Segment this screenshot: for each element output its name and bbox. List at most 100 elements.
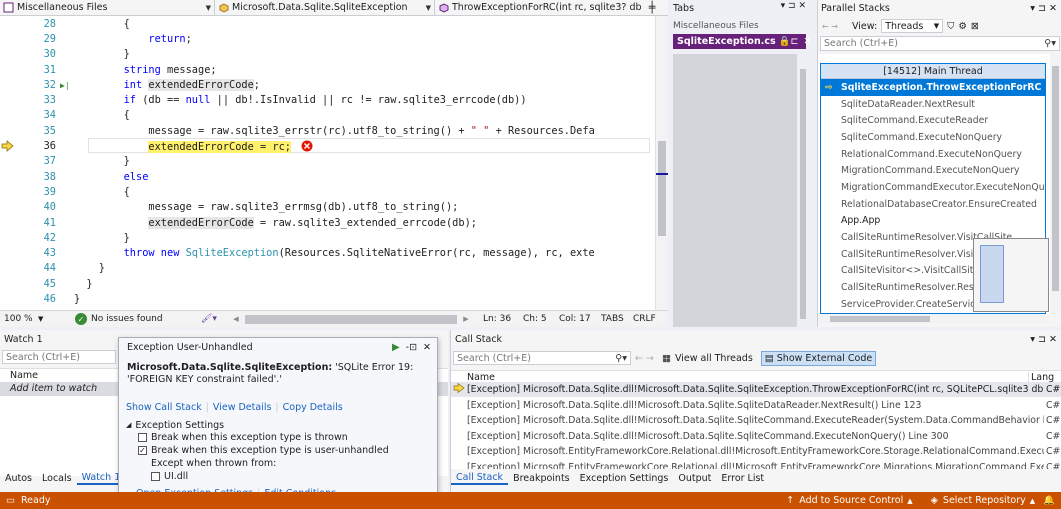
option-unhandled[interactable]: ✓ Break when this exception type is user… xyxy=(119,444,437,457)
gutter[interactable] xyxy=(0,31,16,46)
code-line[interactable]: 45 } xyxy=(0,276,655,291)
code-line[interactable]: 44 } xyxy=(0,261,655,276)
gutter[interactable] xyxy=(0,200,16,215)
brush-icon[interactable]: 🖌▾ xyxy=(201,314,229,324)
gutter[interactable] xyxy=(0,154,16,169)
stack-frame[interactable]: App.App xyxy=(821,213,1045,230)
tab-autos[interactable]: Autos xyxy=(0,473,37,484)
gutter[interactable] xyxy=(0,47,16,62)
gutter[interactable] xyxy=(0,184,16,199)
call-stack-row[interactable]: [Exception] Microsoft.Data.Sqlite.dll!Mi… xyxy=(451,398,1061,413)
stack-frame[interactable]: SqliteDataReader.NextResult xyxy=(821,96,1045,113)
nav-arrows-icon[interactable]: ← → xyxy=(822,22,838,31)
watch-search[interactable]: Search (Ctrl+E) xyxy=(2,350,116,364)
parallel-stacks-search[interactable]: Search (Ctrl+E) ⚲▾ xyxy=(820,36,1060,51)
filter-icon[interactable]: ⛉ xyxy=(947,21,954,32)
code-line[interactable]: 29 return; xyxy=(0,31,655,46)
file-scope-dropdown[interactable]: Miscellaneous Files ▼ xyxy=(0,0,215,16)
gutter[interactable] xyxy=(0,230,16,245)
nav-arrows-icon[interactable]: ← → xyxy=(635,353,654,364)
gutter[interactable] xyxy=(0,138,16,153)
add-to-source-control[interactable]: Add to Source Control xyxy=(799,495,903,506)
line-ending-indicator[interactable]: CRLF xyxy=(633,314,663,324)
gutter[interactable] xyxy=(0,62,16,77)
error-icon[interactable] xyxy=(291,140,313,153)
chevron-up-icon[interactable]: ▲ xyxy=(907,497,912,505)
code-line[interactable]: 32 ▶| int extendedErrorCode; xyxy=(0,77,655,92)
view-all-threads-button[interactable]: View all Threads xyxy=(675,353,753,364)
class-scope-dropdown[interactable]: Microsoft.Data.Sqlite.SqliteException ▼ xyxy=(215,0,435,16)
option-thrown[interactable]: Break when this exception type is thrown xyxy=(119,431,437,444)
call-stack-row[interactable]: [Exception] Microsoft.Data.Sqlite.dll!Mi… xyxy=(451,382,1061,397)
tab-exception-settings[interactable]: Exception Settings xyxy=(575,473,674,484)
call-stack-row[interactable]: [Exception] Microsoft.Data.Sqlite.dll!Mi… xyxy=(451,413,1061,428)
dock-icon[interactable]: -⊡ xyxy=(406,342,417,353)
continue-icon[interactable]: ▶ xyxy=(392,342,400,353)
call-stack-row[interactable]: [Exception] Microsoft.EntityFrameworkCor… xyxy=(451,444,1061,459)
pin-icon[interactable]: ▾ ⊐ ✕ xyxy=(781,1,806,11)
stack-frame[interactable]: ⇨ SqliteException.ThrowExceptionForRC xyxy=(821,79,1045,96)
split-editor-icon[interactable]: ╪ xyxy=(642,1,662,14)
code-line[interactable]: 33 if (db == null || db!.IsInvalid || rc… xyxy=(0,93,655,108)
checkbox-unhandled-checked[interactable]: ✓ xyxy=(138,446,147,455)
code-editor[interactable]: 28 {29 return; 30 } 31 string message; 32 ▶|… xyxy=(0,16,655,310)
zoom-icon[interactable]: ⊠ xyxy=(971,21,979,32)
checkbox-ui-dll[interactable] xyxy=(151,472,160,481)
select-repository[interactable]: Select Repository xyxy=(943,495,1026,506)
stack-frame[interactable]: SqliteCommand.ExecuteNonQuery xyxy=(821,129,1045,146)
tab-call-stack[interactable]: Call Stack xyxy=(451,472,509,485)
code-line[interactable]: 39 { xyxy=(0,184,655,199)
run-to-click-icon[interactable]: ▶| xyxy=(60,81,70,90)
except-item[interactable]: UI.dll xyxy=(119,470,437,483)
issues-status[interactable]: No issues found xyxy=(91,314,201,324)
close-icon[interactable]: ✕ xyxy=(423,342,431,353)
stack-frame[interactable]: SqliteCommand.ExecuteReader xyxy=(821,112,1045,129)
code-line[interactable]: 30 } xyxy=(0,47,655,62)
scroll-left-icon[interactable]: ◀ xyxy=(229,315,243,323)
tab-sqliteexception[interactable]: SqliteException.cs 🔒 ⊏ ✕ xyxy=(673,34,811,49)
stacks-hscroll[interactable] xyxy=(818,314,1050,324)
tab-locals[interactable]: Locals xyxy=(37,473,77,484)
window-controls-icon[interactable]: ▾ ⊐ ✕ xyxy=(1030,334,1057,345)
gutter[interactable] xyxy=(0,93,16,108)
code-line[interactable]: 40 message = raw.sqlite3_errmsg(db).utf8… xyxy=(0,200,655,215)
stack-frame[interactable]: RelationalDatabaseCreator.EnsureCreated xyxy=(821,196,1045,213)
gutter[interactable] xyxy=(0,169,16,184)
horizontal-scrollbar-thumb[interactable] xyxy=(245,314,457,324)
exception-settings-section[interactable]: ◢ Exception Settings xyxy=(119,419,437,431)
column-indicator[interactable]: Col: 17 xyxy=(559,314,601,324)
minimap-viewport[interactable] xyxy=(980,245,1004,303)
chevron-down-icon[interactable]: ▼ xyxy=(38,315,50,323)
code-line[interactable]: 36 extendedErrorCode = rc; xyxy=(0,138,655,154)
gutter[interactable] xyxy=(0,215,16,230)
line-indicator[interactable]: Ln: 36 xyxy=(483,314,523,324)
search-icon[interactable]: ⚲▾ xyxy=(615,353,627,364)
settings-icon[interactable]: ⚙ xyxy=(958,21,967,32)
tab-output[interactable]: Output xyxy=(673,473,716,484)
notifications-icon[interactable]: 🔔 xyxy=(1043,495,1055,506)
gutter[interactable] xyxy=(0,246,16,261)
call-stack-row[interactable]: [Exception] Microsoft.Data.Sqlite.dll!Mi… xyxy=(451,429,1061,444)
window-controls-icon[interactable]: ▾ ⊐ ✕ xyxy=(1030,3,1057,14)
stack-frame[interactable]: MigrationCommandExecutor.ExecuteNonQu... xyxy=(821,179,1045,196)
code-line[interactable]: 42 } xyxy=(0,230,655,245)
call-stack-search[interactable]: Search (Ctrl+E) ⚲▾ xyxy=(453,351,631,365)
close-icon[interactable]: ✕ xyxy=(803,36,811,47)
gutter[interactable] xyxy=(0,261,16,276)
chevron-up-icon[interactable]: ▲ xyxy=(1030,497,1035,505)
code-line[interactable]: 28 { xyxy=(0,16,655,31)
tabs-scrollbar[interactable] xyxy=(798,54,808,327)
scrollbar-thumb[interactable] xyxy=(658,141,666,236)
tabs-indicator[interactable]: TABS xyxy=(601,314,633,324)
view-details-link[interactable]: View Details xyxy=(213,402,272,413)
show-external-code-toggle[interactable]: ▤ Show External Code xyxy=(760,350,877,366)
scroll-right-icon[interactable]: ▶ xyxy=(459,315,473,323)
tab-breakpoints[interactable]: Breakpoints xyxy=(508,473,575,484)
stack-frame[interactable]: MigrationCommand.ExecuteNonQuery xyxy=(821,162,1045,179)
gutter[interactable] xyxy=(0,77,16,92)
stacks-vscroll[interactable] xyxy=(1050,54,1061,314)
show-call-stack-link[interactable]: Show Call Stack xyxy=(126,402,202,413)
zoom-level[interactable]: 100 % xyxy=(0,314,38,324)
stack-frame[interactable]: RelationalCommand.ExecuteNonQuery xyxy=(821,146,1045,163)
code-line[interactable]: 38 else xyxy=(0,169,655,184)
